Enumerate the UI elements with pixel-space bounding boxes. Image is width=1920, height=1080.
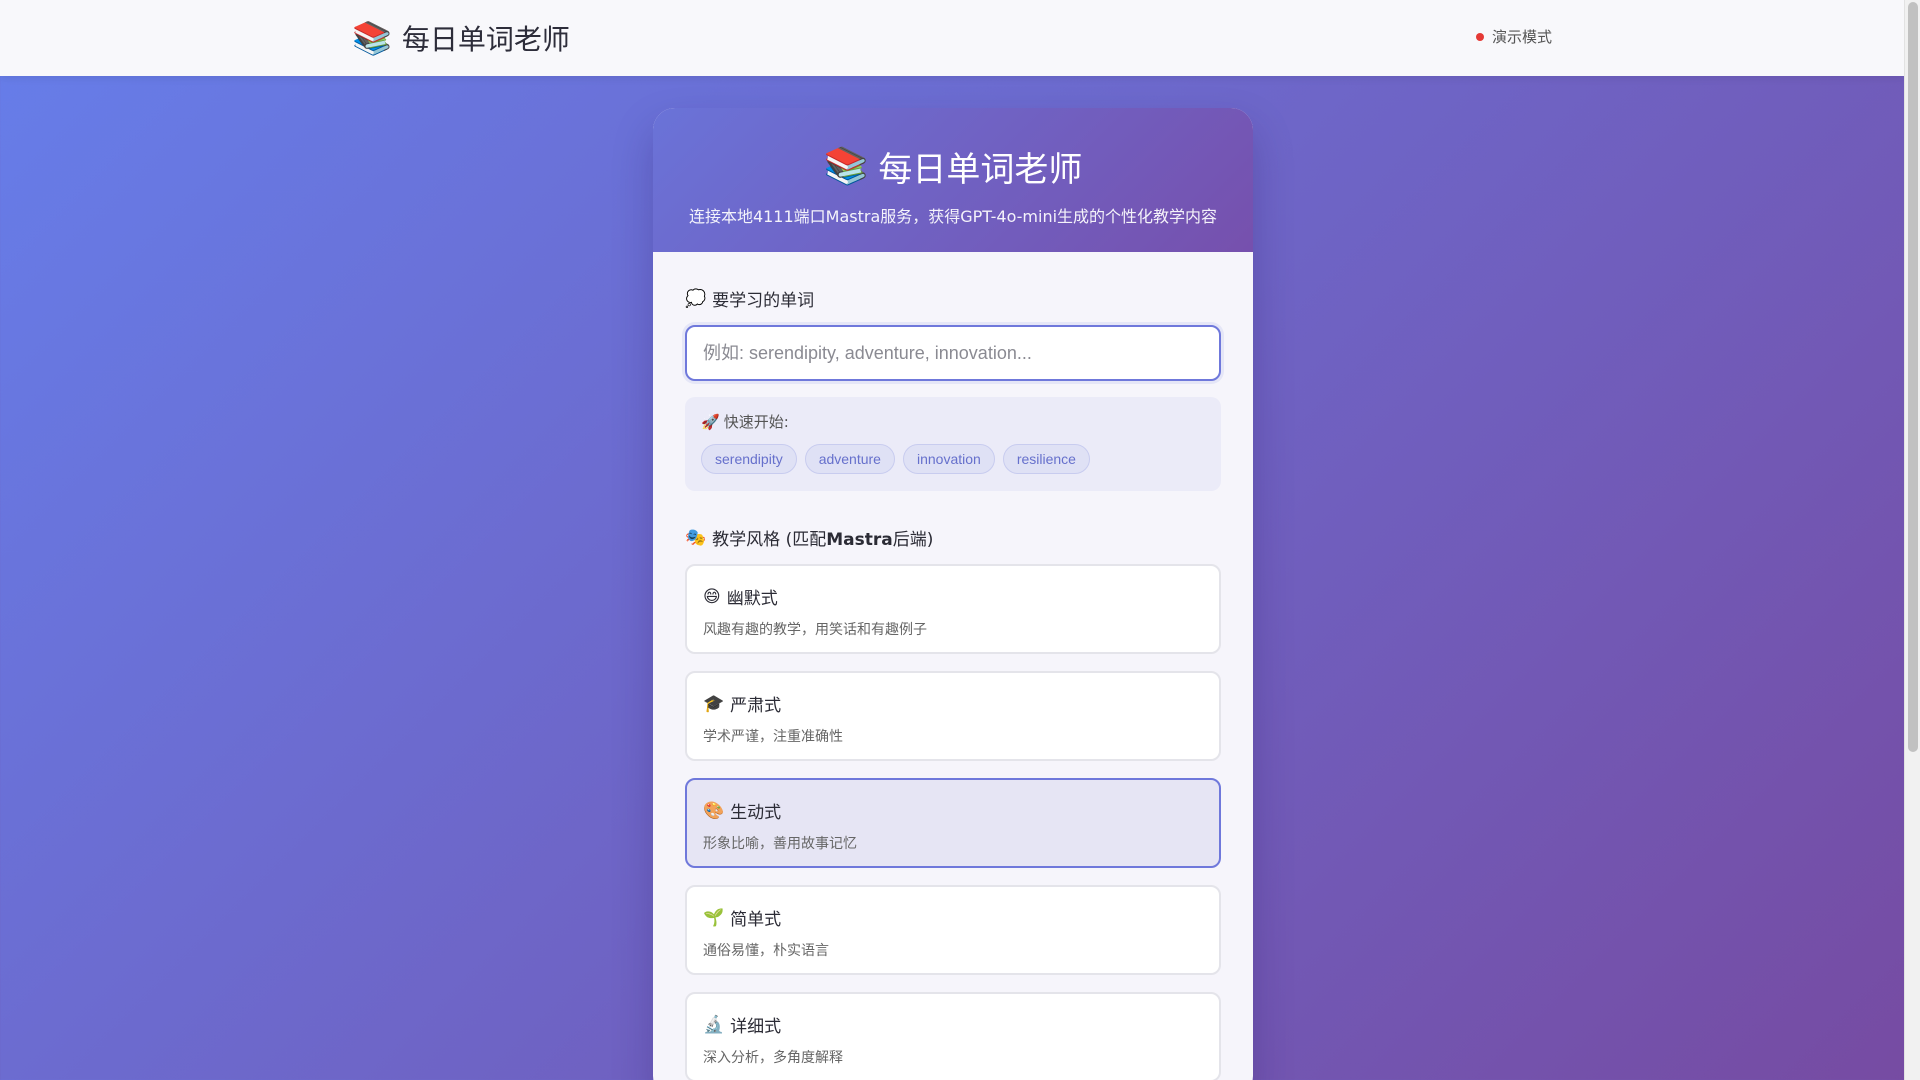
brand[interactable]: 📚 每日单词老师 (352, 16, 570, 60)
scrollbar-thumb[interactable] (1908, 2, 1918, 752)
style-option-name: 🎓 严肃式 (703, 691, 1203, 717)
card-title-text: 每日单词老师 (878, 150, 1083, 190)
teaching-style-label: 🎭 教学风格 (匹配Mastra后端) (685, 525, 1221, 551)
card-subtitle: 连接本地4111端口Mastra服务，获得GPT-4o-mini生成的个性化教学… (688, 207, 1218, 226)
style-option-title: 幽默式 (726, 589, 778, 609)
style-option-name: 🔬 详细式 (703, 1012, 1203, 1038)
rocket-icon: 🚀 (701, 412, 720, 431)
brand-title: 每日单词老师 (401, 23, 570, 56)
quick-start-label-text: 快速开始: (723, 413, 789, 431)
card-title: 📚 每日单词老师 (653, 142, 1253, 191)
style-option-name: 🌱 简单式 (703, 905, 1203, 931)
microscope-icon: 🔬 (703, 1014, 725, 1035)
style-option-detailed[interactable]: 🔬 详细式 深入分析，多角度解释 (685, 992, 1221, 1080)
style-option-simple[interactable]: 🌱 简单式 通俗易懂，朴实语言 (685, 885, 1221, 975)
mode-indicator: 演示模式 (1475, 26, 1552, 47)
word-teacher-card: 📚 每日单词老师 连接本地4111端口Mastra服务，获得GPT-4o-min… (653, 108, 1253, 1080)
page-scrollbar[interactable] (1904, 0, 1920, 1080)
style-label-bold: Mastra (826, 530, 893, 550)
status-dot-icon (1475, 32, 1484, 41)
style-label-prefix: 教学风格 (匹配 (712, 530, 827, 550)
style-option-desc: 深入分析，多角度解释 (703, 1050, 843, 1066)
card-header: 📚 每日单词老师 连接本地4111端口Mastra服务，获得GPT-4o-min… (653, 108, 1253, 252)
style-label-suffix: 后端) (892, 530, 934, 550)
palette-icon: 🎨 (703, 800, 725, 821)
style-option-name: 😄 幽默式 (703, 584, 1203, 610)
grinning-face-icon: 😄 (703, 586, 721, 607)
word-label: 💭 要学习的单词 (685, 286, 1221, 312)
quick-start-chips: serendipity adventure innovation resilie… (701, 444, 1205, 474)
quick-start-panel: 🚀 快速开始: serendipity adventure innovation… (685, 397, 1221, 491)
seedling-icon: 🌱 (703, 907, 725, 928)
speech-bubble-icon: 💭 (685, 288, 707, 309)
teaching-style-label-text: 教学风格 (匹配Mastra后端) (712, 525, 933, 550)
chip-innovation[interactable]: innovation (902, 444, 995, 474)
theater-masks-icon: 🎭 (685, 527, 707, 548)
style-option-title: 严肃式 (730, 696, 782, 716)
style-option-desc: 风趣有趣的教学，用笑话和有趣例子 (703, 622, 927, 638)
chip-serendipity[interactable]: serendipity (701, 444, 797, 474)
graduation-cap-icon: 🎓 (703, 693, 725, 714)
style-option-desc: 形象比喻，善用故事记忆 (703, 836, 857, 852)
style-option-title: 生动式 (730, 803, 782, 823)
word-label-text: 要学习的单词 (712, 291, 815, 311)
style-option-title: 详细式 (730, 1017, 782, 1037)
books-icon: 📚 (823, 145, 869, 187)
form-section: 💭 要学习的单词 🚀 快速开始: serendipity adventure i… (653, 286, 1253, 1080)
mode-label: 演示模式 (1491, 28, 1552, 46)
style-option-name: 🎨 生动式 (703, 798, 1203, 824)
style-option-vivid[interactable]: 🎨 生动式 形象比喻，善用故事记忆 (685, 778, 1221, 868)
style-option-desc: 学术严谨，注重准确性 (703, 729, 843, 745)
top-bar: 📚 每日单词老师 演示模式 (0, 0, 1904, 76)
style-option-humorous[interactable]: 😄 幽默式 风趣有趣的教学，用笑话和有趣例子 (685, 564, 1221, 654)
books-icon: 📚 (352, 19, 392, 57)
style-option-desc: 通俗易懂，朴实语言 (703, 943, 829, 959)
style-option-serious[interactable]: 🎓 严肃式 学术严谨，注重准确性 (685, 671, 1221, 761)
word-input[interactable] (685, 325, 1221, 381)
style-option-title: 简单式 (730, 910, 782, 930)
chip-resilience[interactable]: resilience (1002, 444, 1090, 474)
teaching-style-list: 😄 幽默式 风趣有趣的教学，用笑话和有趣例子 🎓 严肃式 学术严谨，注重准确性 … (685, 564, 1221, 1080)
chip-adventure[interactable]: adventure (804, 444, 895, 474)
quick-start-label: 🚀 快速开始: (701, 411, 1205, 432)
